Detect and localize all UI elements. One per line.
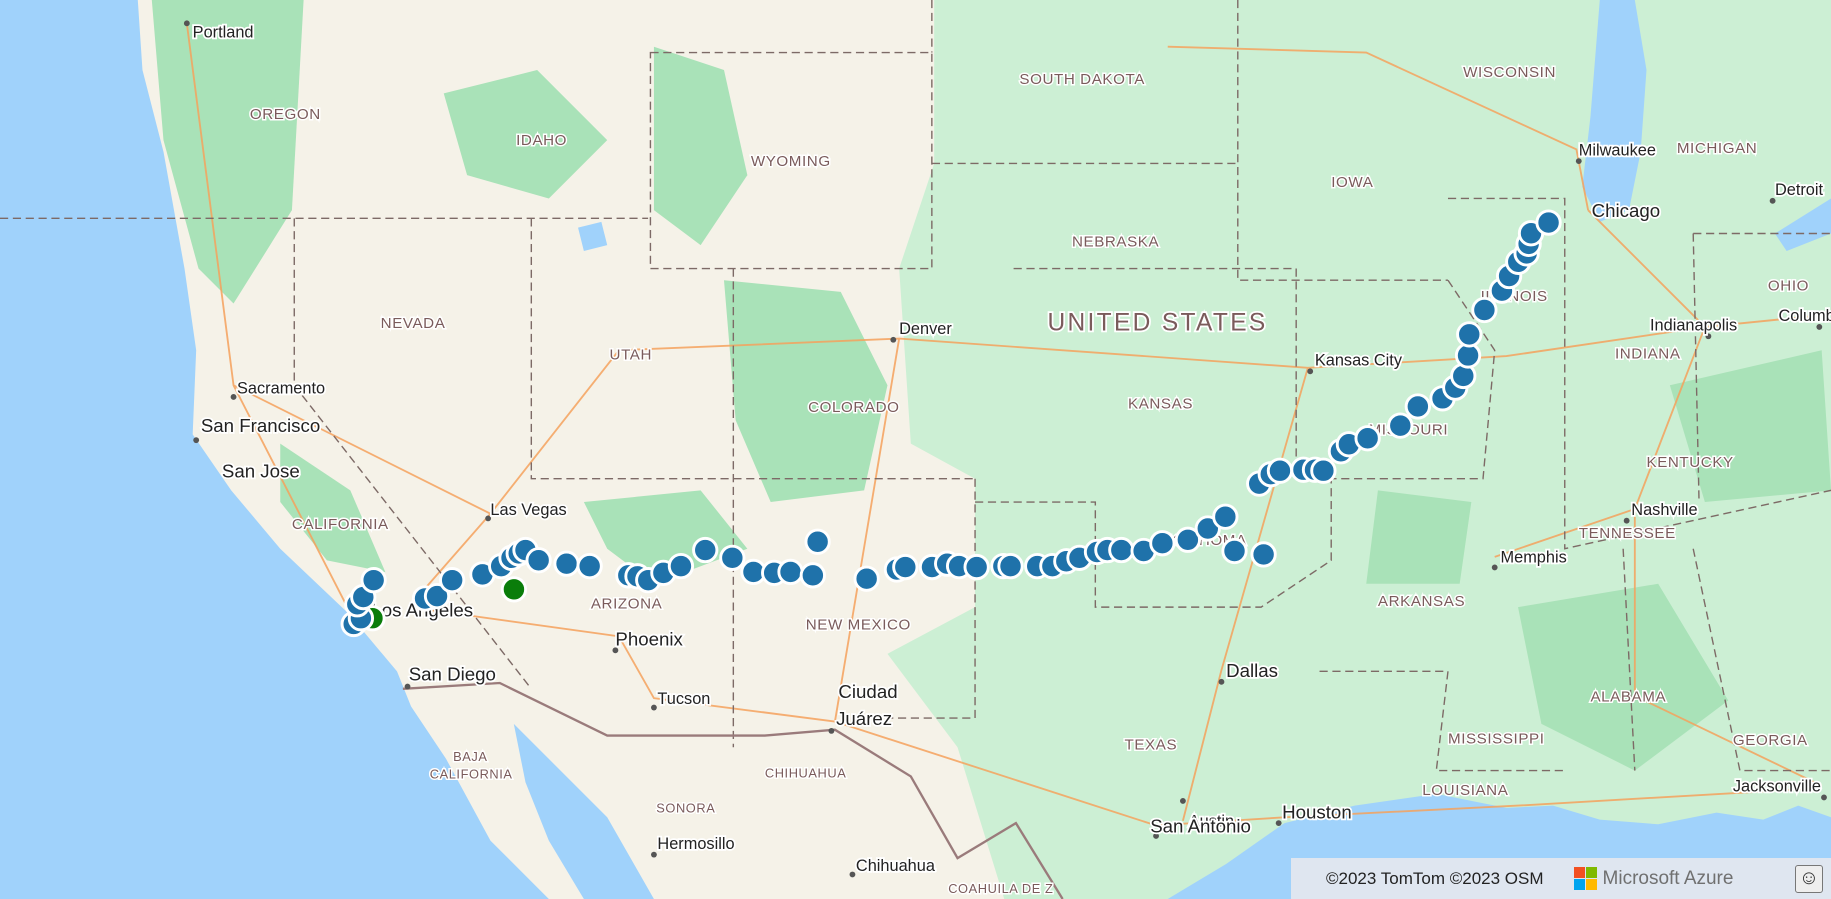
country-label: UNITED STATES	[1047, 309, 1267, 336]
state-label: IOWA	[1331, 174, 1373, 191]
state-label: TEXAS	[1125, 737, 1178, 754]
city-label: Phoenix	[615, 629, 683, 650]
state-label: MICHIGAN	[1677, 140, 1757, 157]
route-marker[interactable]	[1456, 321, 1483, 348]
state-label: OHIO	[1768, 278, 1809, 295]
route-marker[interactable]	[804, 528, 831, 555]
state-label: OREGON	[250, 106, 321, 123]
city-label: San Francisco	[201, 415, 320, 436]
city-label: Dallas	[1226, 660, 1278, 681]
route-marker[interactable]	[963, 553, 990, 581]
route-marker[interactable]	[667, 552, 695, 580]
route-marker[interactable]	[1310, 457, 1337, 484]
state-label: CHIHUAHUA	[765, 766, 847, 781]
city-label: Detroit	[1775, 181, 1824, 199]
state-label: SONORA	[656, 801, 715, 816]
route-marker[interactable]	[799, 562, 826, 589]
city-label: Milwaukee	[1579, 141, 1656, 159]
city-label: Sacramento	[237, 379, 325, 397]
route-marker[interactable]	[719, 544, 746, 571]
state-label: KENTUCKY	[1646, 454, 1733, 471]
state-label: COAHUILA DE Z	[948, 881, 1053, 896]
city-label: San Diego	[409, 664, 496, 685]
state-label: NEW MEXICO	[806, 616, 911, 633]
route-marker[interactable]	[692, 536, 719, 564]
city-label: Indianapolis	[1650, 316, 1737, 334]
route-marker[interactable]	[777, 558, 804, 586]
state-label: LOUISIANA	[1422, 782, 1508, 799]
city-label: San Jose	[222, 461, 300, 482]
state-label: GEORGIA	[1733, 732, 1808, 749]
state-label: WISCONSIN	[1463, 64, 1556, 81]
route-marker[interactable]	[997, 552, 1024, 580]
city-label: San Antonio	[1150, 815, 1251, 836]
city-label: Chihuahua	[856, 857, 936, 875]
city-label: Memphis	[1501, 549, 1567, 567]
route-marker[interactable]	[1354, 425, 1381, 452]
route-marker[interactable]	[576, 552, 603, 580]
route-marker[interactable]	[439, 567, 466, 594]
city-label: Chicago	[1592, 200, 1661, 221]
route-marker[interactable]	[892, 553, 919, 581]
route-marker[interactable]	[1108, 536, 1135, 564]
state-label: ALABAMA	[1590, 689, 1666, 706]
route-marker[interactable]	[1149, 530, 1176, 557]
route-marker[interactable]	[1266, 457, 1294, 484]
state-label: SOUTH DAKOTA	[1019, 71, 1145, 88]
city-label: Ciudad	[838, 681, 897, 702]
city-label: Kansas City	[1315, 351, 1403, 369]
map-canvas[interactable]: OREGON IDAHO WYOMING SOUTH DAKOTA WISCON…	[0, 0, 1831, 899]
route-marker[interactable]	[1221, 537, 1248, 565]
brand-text: Microsoft Azure	[1602, 867, 1734, 889]
city-label: Juárez	[836, 708, 892, 729]
city-label: Nashville	[1631, 501, 1697, 519]
state-label: IDAHO	[516, 132, 567, 149]
state-label: INDIANA	[1615, 345, 1681, 362]
microsoft-azure-logo: Microsoft Azure	[1573, 867, 1734, 890]
route-marker[interactable]	[1535, 209, 1562, 236]
state-label: KANSAS	[1128, 396, 1193, 413]
microsoft-logo-icon	[1573, 867, 1597, 890]
city-label: Tucson	[657, 690, 710, 708]
state-label: CALIFORNIA	[430, 767, 513, 782]
city-label: Jacksonville	[1733, 778, 1821, 796]
attribution-bar: ©2023 TomTom ©2023 OSM Microsoft Azure ☺	[1291, 858, 1831, 899]
city-label: Las Vegas	[490, 501, 566, 519]
route-marker[interactable]	[1471, 296, 1498, 324]
city-label: Portland	[193, 23, 254, 41]
feedback-button[interactable]: ☺	[1795, 864, 1823, 893]
route-marker[interactable]	[525, 547, 552, 574]
state-label: ARIZONA	[591, 595, 663, 612]
city-label: Houston	[1282, 801, 1352, 822]
state-label: CALIFORNIA	[292, 516, 389, 533]
route-marker[interactable]	[553, 550, 580, 577]
endpoint-marker[interactable]	[500, 576, 528, 603]
city-label: Columbus	[1778, 307, 1831, 325]
state-label: NEBRASKA	[1072, 233, 1160, 250]
state-label: COLORADO	[808, 399, 899, 416]
copyright-text: ©2023 TomTom ©2023 OSM	[1326, 868, 1544, 888]
route-marker[interactable]	[1212, 503, 1239, 530]
state-label: BAJA	[453, 749, 487, 764]
route-marker[interactable]	[1250, 541, 1277, 568]
smiley-icon: ☺	[1798, 867, 1820, 889]
state-label: MISSISSIPPI	[1448, 731, 1545, 748]
route-marker[interactable]	[360, 567, 387, 594]
state-label: WYOMING	[751, 153, 831, 170]
route-marker[interactable]	[853, 565, 880, 592]
route-marker[interactable]	[1387, 412, 1414, 439]
state-label: TENNESSEE	[1579, 525, 1676, 542]
city-label: Denver	[899, 320, 952, 338]
state-label: UTAH	[610, 347, 652, 364]
city-label: Hermosillo	[657, 835, 734, 853]
route-marker[interactable]	[1404, 393, 1431, 420]
state-label: NEVADA	[381, 315, 446, 332]
state-label: ARKANSAS	[1378, 593, 1465, 610]
